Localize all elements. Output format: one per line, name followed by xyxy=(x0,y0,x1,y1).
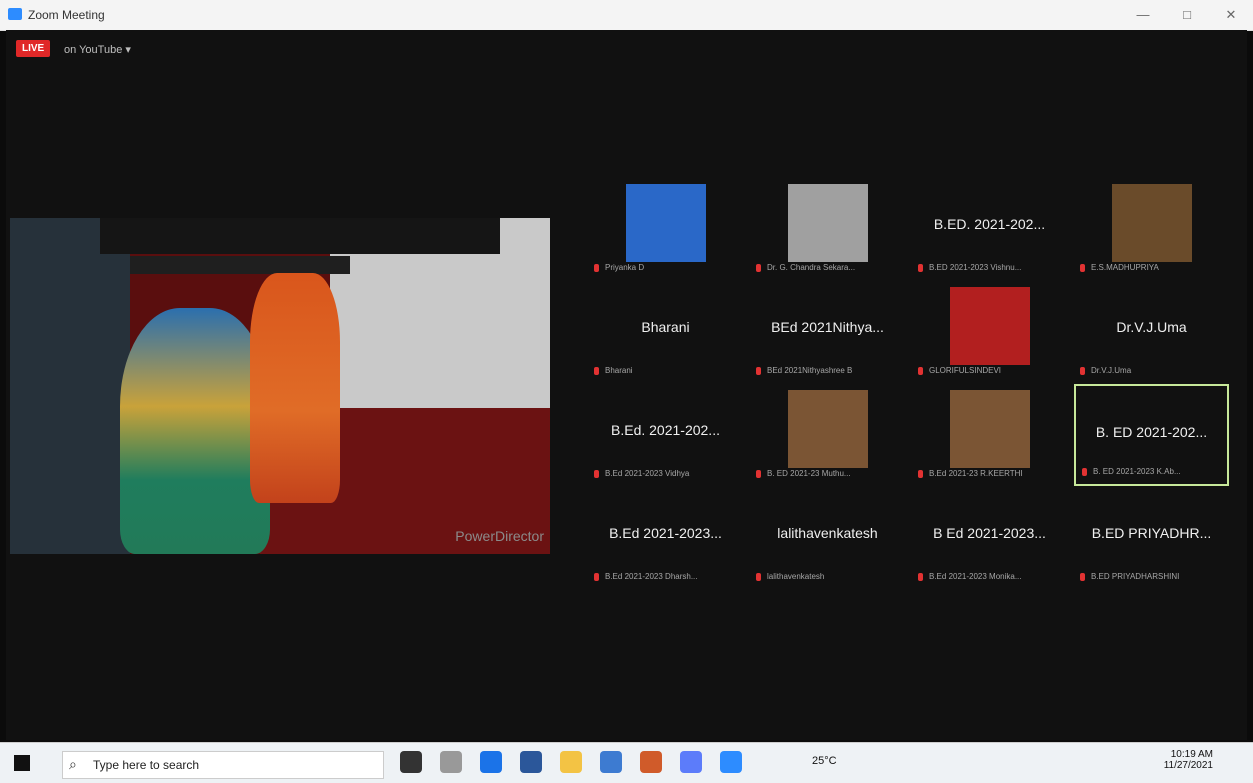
participant-display-name: B.ED. 2021-202... xyxy=(933,216,1046,232)
participant-video xyxy=(1111,184,1192,262)
window-title: Zoom Meeting xyxy=(28,8,105,22)
participant-tile[interactable]: Priyanka D xyxy=(588,178,743,280)
app-icon[interactable] xyxy=(640,751,662,773)
search-icon: ⌕ xyxy=(69,756,77,772)
clock-time: 10:19 AM xyxy=(1170,749,1213,760)
participant-name-label: GLORIFULSINDEVI xyxy=(918,366,1063,375)
zoom-app-icon[interactable] xyxy=(720,751,742,773)
participant-display-name: Dr.V.J.Uma xyxy=(1116,319,1187,335)
muted-mic-icon xyxy=(594,469,599,478)
participant-name-label: B.Ed 2021-2023 Vidhya xyxy=(594,469,739,478)
maximize-button[interactable]: □ xyxy=(1165,0,1209,30)
participant-name-label: E.S.MADHUPRIYA xyxy=(1080,263,1225,272)
edge-icon[interactable] xyxy=(520,751,542,773)
app-icon[interactable] xyxy=(680,751,702,773)
muted-mic-icon xyxy=(594,263,599,272)
participant-tile[interactable]: B.Ed 2021-2023... B.Ed 2021-2023 Dharsh..… xyxy=(588,487,743,589)
muted-mic-icon xyxy=(918,366,923,375)
meeting-area: LIVE on YouTube ▾ PowerDirector Priyanka… xyxy=(6,30,1247,740)
participant-tile[interactable]: GLORIFULSINDEVI xyxy=(912,281,1067,383)
zoom-logo-icon xyxy=(8,8,22,20)
participant-name-label: B. ED 2021-23 Muthu... xyxy=(756,469,901,478)
participant-name-label: BEd 2021Nithyashree B xyxy=(756,366,901,375)
muted-mic-icon xyxy=(756,366,761,375)
participant-display-name: B Ed 2021-2023... xyxy=(933,525,1046,541)
participant-tile[interactable]: B. ED 2021-202... B. ED 2021-2023 K.Ab... xyxy=(1074,384,1229,486)
participant-name-label: Bharani xyxy=(594,366,739,375)
participant-display-name: B.Ed 2021-2023... xyxy=(609,525,722,541)
muted-mic-icon xyxy=(918,469,923,478)
participant-tile[interactable]: Dr.V.J.Uma Dr.V.J.Uma xyxy=(1074,281,1229,383)
muted-mic-icon xyxy=(1080,366,1085,375)
participant-tile[interactable]: B.Ed 2021-23 R.KEERTHI xyxy=(912,384,1067,486)
participant-name-label: B.Ed 2021-2023 Dharsh... xyxy=(594,572,739,581)
live-platform-label[interactable]: on YouTube ▾ xyxy=(64,43,131,56)
redaction-bar xyxy=(130,256,350,274)
participant-tile[interactable]: B.Ed. 2021-202... B.Ed 2021-2023 Vidhya xyxy=(588,384,743,486)
app-icon[interactable] xyxy=(600,751,622,773)
dancer-figure xyxy=(120,308,270,554)
participant-tile[interactable]: BEd 2021Nithya... BEd 2021Nithyashree B xyxy=(750,281,905,383)
minimize-button[interactable]: — xyxy=(1121,0,1165,30)
background-board xyxy=(10,218,130,554)
participant-name-label: B.Ed 2021-2023 Monika... xyxy=(918,572,1063,581)
muted-mic-icon xyxy=(756,469,761,478)
participant-tile[interactable]: B.ED PRIYADHR... B.ED PRIYADHARSHINI xyxy=(1074,487,1229,589)
windows-taskbar: ⌕ Type here to search 25°C 10:19 AM 11/2… xyxy=(0,742,1253,783)
chrome-icon[interactable] xyxy=(480,751,502,773)
participant-tile[interactable]: lalithavenkatesh lalithavenkatesh xyxy=(750,487,905,589)
muted-mic-icon xyxy=(756,572,761,581)
file-explorer-icon[interactable] xyxy=(560,751,582,773)
participant-video xyxy=(787,184,868,262)
taskbar-apps xyxy=(400,751,742,773)
participant-video xyxy=(787,390,868,468)
participant-tile[interactable]: B. ED 2021-23 Muthu... xyxy=(750,384,905,486)
search-placeholder: Type here to search xyxy=(93,758,200,772)
participant-tile[interactable]: B Ed 2021-2023... B.Ed 2021-2023 Monika..… xyxy=(912,487,1067,589)
participant-display-name: B.Ed. 2021-202... xyxy=(611,422,720,438)
windows-start-icon[interactable] xyxy=(14,755,30,771)
muted-mic-icon xyxy=(756,263,761,272)
participant-video xyxy=(625,184,706,262)
dancer-figure xyxy=(250,273,340,503)
participant-name-label: B.Ed 2021-23 R.KEERTHI xyxy=(918,469,1063,478)
muted-mic-icon xyxy=(1082,467,1087,476)
clock-date: 11/27/2021 xyxy=(1163,760,1213,771)
participant-display-name: B. ED 2021-202... xyxy=(1095,424,1208,440)
participant-name-label: Dr.V.J.Uma xyxy=(1080,366,1225,375)
participant-tile[interactable]: B.ED. 2021-202... B.ED 2021-2023 Vishnu..… xyxy=(912,178,1067,280)
participant-name-label: B.ED 2021-2023 Vishnu... xyxy=(918,263,1063,272)
participant-video xyxy=(949,287,1030,365)
participant-display-name: BEd 2021Nithya... xyxy=(771,319,884,335)
cortana-icon[interactable] xyxy=(400,751,422,773)
participant-name-label: lalithavenkatesh xyxy=(756,572,901,581)
system-clock[interactable]: 10:19 AM 11/27/2021 xyxy=(1164,749,1213,771)
shared-video: PowerDirector xyxy=(10,218,550,554)
muted-mic-icon xyxy=(918,572,923,581)
participant-name-label: Priyanka D xyxy=(594,263,739,272)
participant-tile[interactable]: Dr. G. Chandra Sekara... xyxy=(750,178,905,280)
participant-video xyxy=(949,390,1030,468)
muted-mic-icon xyxy=(918,263,923,272)
task-view-icon[interactable] xyxy=(440,751,462,773)
live-badge[interactable]: LIVE xyxy=(16,40,51,57)
muted-mic-icon xyxy=(1080,263,1085,272)
participant-display-name: B.ED PRIYADHR... xyxy=(1091,525,1212,541)
participant-tile[interactable]: E.S.MADHUPRIYA xyxy=(1074,178,1229,280)
close-button[interactable]: ✕ xyxy=(1209,0,1253,30)
taskbar-search[interactable]: ⌕ Type here to search xyxy=(62,751,384,779)
window-titlebar: Zoom Meeting — □ ✕ xyxy=(0,0,1253,31)
participant-tile[interactable]: Bharani Bharani xyxy=(588,281,743,383)
redaction-bar xyxy=(100,218,500,254)
video-watermark: PowerDirector xyxy=(455,528,544,544)
muted-mic-icon xyxy=(594,572,599,581)
participant-name-label: B. ED 2021-2023 K.Ab... xyxy=(1082,467,1223,476)
muted-mic-icon xyxy=(1080,572,1085,581)
participant-name-label: Dr. G. Chandra Sekara... xyxy=(756,263,901,272)
muted-mic-icon xyxy=(594,366,599,375)
weather-widget[interactable]: 25°C xyxy=(812,755,837,767)
participant-name-label: B.ED PRIYADHARSHINI xyxy=(1080,572,1225,581)
participant-display-name: lalithavenkatesh xyxy=(777,525,878,541)
participant-display-name: Bharani xyxy=(641,319,690,335)
